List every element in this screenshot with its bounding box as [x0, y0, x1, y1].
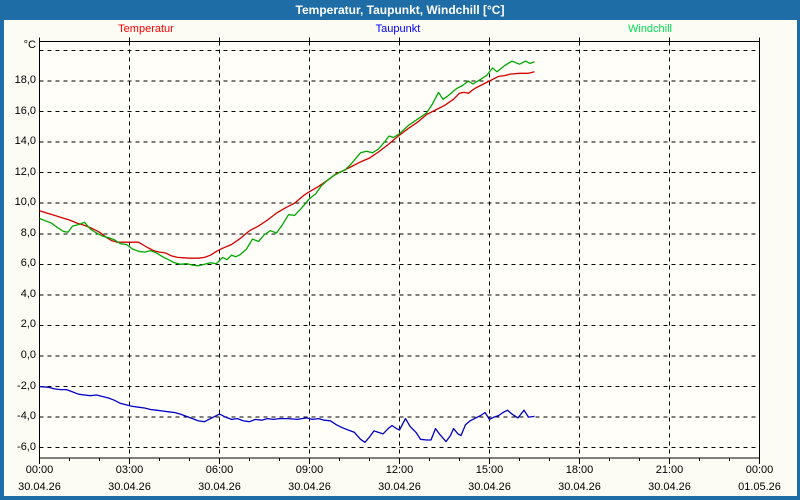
chart-plot-area	[39, 37, 760, 464]
x-tick-date-label: 30.04.26	[378, 481, 421, 493]
y-tick-label: 2,0	[20, 318, 36, 331]
x-tick-date-label: 30.04.26	[558, 481, 601, 493]
x-tick-time-label: 00:00	[745, 464, 774, 476]
y-tick-label: 10,0	[14, 196, 36, 209]
y-tick-label: 4,0	[20, 287, 36, 300]
y-tick-label: 16,0	[14, 104, 36, 117]
x-tick-time-label: 03:00	[115, 464, 144, 476]
x-tick-date-label: 30.04.26	[648, 481, 691, 493]
y-tick-label: 12,0	[14, 165, 36, 178]
x-tick-time-label: 06:00	[205, 464, 234, 476]
x-tick-time-label: 09:00	[295, 464, 324, 476]
x-tick-date-label: 30.04.26	[108, 481, 151, 493]
x-tick-date-label: 30.04.26	[288, 481, 331, 493]
y-tick-label: -4,0	[17, 410, 36, 423]
y-tick-label: 8,0	[20, 226, 36, 239]
x-tick-date-label: 01.05.26	[738, 481, 781, 493]
x-tick-time-label: 15:00	[475, 464, 504, 476]
y-tick-label: 0,0	[20, 349, 36, 361]
x-tick-time-label: 12:00	[385, 464, 414, 476]
y-tick-label: -6,0	[17, 440, 36, 453]
x-tick-date-label: 30.04.26	[468, 481, 511, 493]
y-tick-label: 18,0	[14, 73, 36, 86]
x-tick-time-label: 00:00	[25, 464, 54, 476]
x-tick-date-label: 30.04.26	[198, 481, 241, 493]
y-tick-label: 14,0	[14, 135, 36, 148]
x-tick-time-label: 18:00	[565, 464, 594, 476]
x-tick-date-label: 30.04.26	[18, 481, 61, 493]
y-tick-label: -2,0	[17, 379, 36, 392]
weather-chart-window: Temperatur, Taupunkt, Windchill [°C] Tem…	[0, 0, 800, 500]
x-tick-time-label: 21:00	[655, 464, 684, 476]
y-tick-label: 6,0	[20, 257, 36, 270]
